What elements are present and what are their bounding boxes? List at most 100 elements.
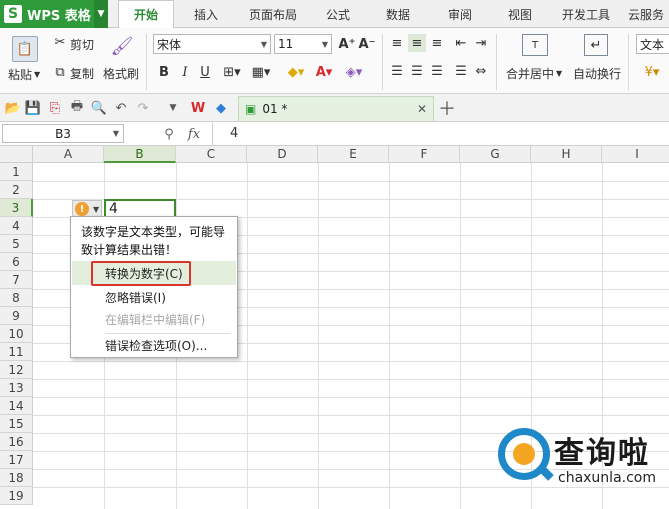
column-header-c[interactable]: C bbox=[176, 146, 247, 163]
document-tab[interactable]: ▣ 01 * ✕ bbox=[238, 96, 434, 121]
align-bottom-icon[interactable]: ≡ bbox=[428, 34, 446, 52]
row-header[interactable]: 8 bbox=[0, 289, 33, 307]
gridline bbox=[33, 361, 669, 362]
number-format-select[interactable]: 文本 bbox=[636, 34, 669, 54]
font-size-select[interactable]: 11 ▼ bbox=[274, 34, 332, 54]
row-header[interactable]: 3 bbox=[0, 199, 33, 217]
merge-center-button[interactable]: 合并居中 ▼ bbox=[506, 65, 562, 82]
tab-insert[interactable]: 插入 bbox=[182, 0, 230, 28]
fx-icon[interactable]: fx bbox=[184, 125, 204, 143]
tab-developer[interactable]: 开发工具 bbox=[556, 0, 616, 28]
print-preview-icon[interactable]: 🔍 bbox=[90, 99, 108, 117]
row-header[interactable]: 9 bbox=[0, 307, 33, 325]
chevron-down-icon[interactable]: ▼ bbox=[94, 0, 108, 28]
justify-icon[interactable]: ☰ bbox=[452, 62, 470, 80]
cube-icon[interactable]: ◆ bbox=[212, 99, 230, 117]
row-header[interactable]: 7 bbox=[0, 271, 33, 289]
row-header[interactable]: 15 bbox=[0, 415, 33, 433]
close-icon[interactable]: ✕ bbox=[417, 102, 427, 116]
row-header[interactable]: 13 bbox=[0, 379, 33, 397]
column-header-h[interactable]: H bbox=[531, 146, 602, 163]
align-center-icon[interactable]: ☰ bbox=[408, 62, 426, 80]
merge-center-icon[interactable]: T bbox=[522, 34, 548, 56]
copy-icon[interactable]: ⧉ bbox=[52, 64, 68, 80]
cell-style-icon[interactable]: ▦▾ bbox=[249, 62, 273, 82]
align-top-icon[interactable]: ≡ bbox=[388, 34, 406, 52]
app-menu-button[interactable]: S WPS 表格 ▼ bbox=[0, 0, 108, 28]
fill-color-icon[interactable]: ◆▾ bbox=[284, 62, 308, 82]
tab-cloud[interactable]: 云服务 bbox=[628, 0, 669, 28]
name-box[interactable]: B3 ▼ bbox=[2, 124, 124, 143]
tab-data[interactable]: 数据 bbox=[378, 0, 418, 28]
undo-icon[interactable]: ↶ bbox=[112, 99, 130, 117]
row-header[interactable]: 11 bbox=[0, 343, 33, 361]
row-header[interactable]: 10 bbox=[0, 325, 33, 343]
format-painter-icon[interactable]: 🖌 bbox=[110, 34, 134, 58]
align-right-icon[interactable]: ☰ bbox=[428, 62, 446, 80]
paste-button[interactable]: 粘贴 ▼ bbox=[8, 66, 40, 83]
divider bbox=[496, 34, 497, 90]
row-header[interactable]: 4 bbox=[0, 217, 33, 235]
redo-icon[interactable]: ↷ bbox=[134, 99, 152, 117]
open-folder-icon[interactable]: 📂 bbox=[4, 99, 22, 117]
column-header-d[interactable]: D bbox=[247, 146, 318, 163]
cut-button[interactable]: 剪切 bbox=[70, 36, 94, 53]
row-header[interactable]: 5 bbox=[0, 235, 33, 253]
menu-item-error-check-options[interactable]: 错误检查选项(O)... bbox=[105, 334, 207, 356]
bold-button[interactable]: B bbox=[155, 62, 173, 82]
row-header[interactable]: 18 bbox=[0, 469, 33, 487]
select-all-corner[interactable] bbox=[0, 146, 33, 163]
align-left-icon[interactable]: ☰ bbox=[388, 62, 406, 80]
copy-button[interactable]: 复制 bbox=[70, 65, 94, 82]
row-header[interactable]: 19 bbox=[0, 487, 33, 505]
zoom-search-icon[interactable]: ⚲ bbox=[160, 125, 178, 143]
tab-formulas[interactable]: 公式 bbox=[318, 0, 358, 28]
column-header-g[interactable]: G bbox=[460, 146, 531, 163]
column-header-i[interactable]: I bbox=[602, 146, 669, 163]
distributed-icon[interactable]: ⇔ bbox=[472, 62, 490, 80]
save-icon[interactable]: 💾 bbox=[24, 99, 42, 117]
column-header-a[interactable]: A bbox=[33, 146, 104, 163]
increase-indent-icon[interactable]: ⇥ bbox=[472, 34, 490, 52]
row-header[interactable]: 2 bbox=[0, 181, 33, 199]
clear-format-icon[interactable]: ◈▾ bbox=[342, 62, 366, 82]
print-icon[interactable]: 🖶 bbox=[68, 99, 86, 117]
menu-item-convert-to-number[interactable]: 转换为数字(C) bbox=[105, 262, 183, 284]
decrease-indent-icon[interactable]: ⇤ bbox=[452, 34, 470, 52]
currency-icon[interactable]: ¥▾ bbox=[640, 62, 664, 82]
tab-home[interactable]: 开始 bbox=[118, 0, 174, 29]
error-message: 该数字是文本类型，可能导致计算结果出错！ bbox=[81, 225, 226, 257]
row-header[interactable]: 14 bbox=[0, 397, 33, 415]
formula-input[interactable]: 4 bbox=[230, 126, 238, 141]
underline-button[interactable]: U bbox=[196, 62, 214, 82]
column-header-f[interactable]: F bbox=[389, 146, 460, 163]
font-color-icon[interactable]: A▾ bbox=[312, 62, 336, 82]
menu-item-ignore-error[interactable]: 忽略错误(I) bbox=[105, 286, 166, 308]
wrap-text-icon[interactable]: ↵ bbox=[584, 34, 608, 56]
border-icon[interactable]: ⊞▾ bbox=[220, 62, 244, 82]
font-name-select[interactable]: 宋体 ▼ bbox=[153, 34, 271, 54]
customize-dropdown-icon[interactable]: ▼ bbox=[164, 99, 182, 117]
row-header[interactable]: 6 bbox=[0, 253, 33, 271]
wps-w-icon[interactable]: W bbox=[188, 99, 208, 117]
column-header-b[interactable]: B bbox=[104, 146, 176, 163]
row-header[interactable]: 12 bbox=[0, 361, 33, 379]
column-header-e[interactable]: E bbox=[318, 146, 389, 163]
export-pdf-icon[interactable]: ⎘ bbox=[46, 99, 64, 117]
row-header[interactable]: 16 bbox=[0, 433, 33, 451]
italic-button[interactable]: I bbox=[176, 62, 194, 82]
row-header[interactable]: 17 bbox=[0, 451, 33, 469]
align-middle-icon[interactable]: ≡ bbox=[408, 34, 426, 52]
tab-view[interactable]: 视图 bbox=[500, 0, 540, 28]
tab-review[interactable]: 审阅 bbox=[440, 0, 480, 28]
wrap-text-button[interactable]: 自动换行 bbox=[573, 65, 621, 82]
grow-font-button[interactable]: A⁺ bbox=[338, 34, 356, 54]
shrink-font-button[interactable]: A⁻ bbox=[358, 34, 376, 54]
new-tab-icon[interactable]: ＋ bbox=[438, 98, 456, 120]
row-header[interactable]: 1 bbox=[0, 163, 33, 181]
tab-page-layout[interactable]: 页面布局 bbox=[242, 0, 304, 28]
scissors-icon[interactable]: ✂ bbox=[52, 34, 68, 50]
paste-icon[interactable]: 📋 bbox=[12, 36, 38, 62]
format-painter-button[interactable]: 格式刷 bbox=[103, 65, 139, 82]
gridline bbox=[33, 181, 669, 182]
